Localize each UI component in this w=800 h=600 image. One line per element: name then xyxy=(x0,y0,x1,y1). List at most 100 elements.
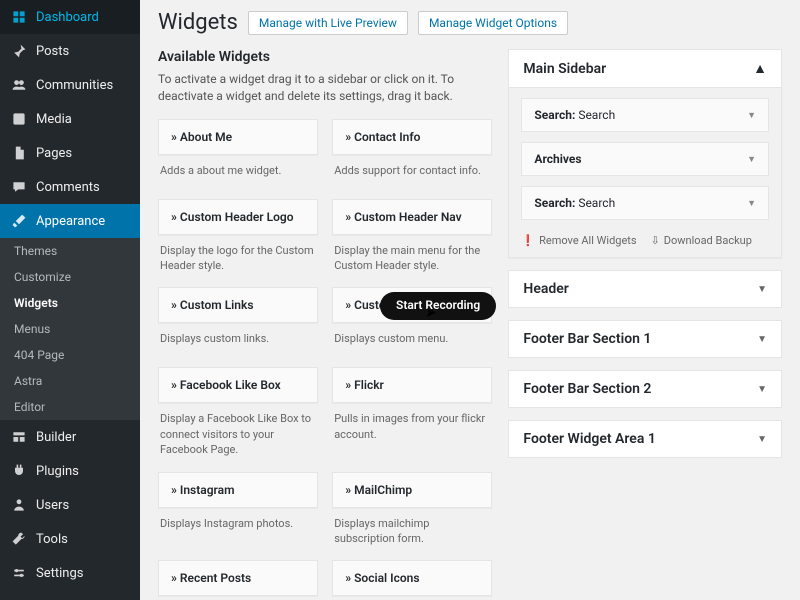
start-recording-button[interactable]: Start Recording xyxy=(380,292,496,320)
chevron-down-icon: ▼ xyxy=(757,434,767,445)
area-body-main-sidebar: Search: Search▼Archives▼Search: Search▼ … xyxy=(509,87,781,257)
chevron-down-icon: ▼ xyxy=(757,334,767,345)
sidebar-item-tools[interactable]: Tools xyxy=(0,522,140,556)
widget-card[interactable]: About Me xyxy=(158,119,318,155)
media-icon xyxy=(10,110,28,128)
sidebar-item-pages[interactable]: Pages xyxy=(0,136,140,170)
available-widgets-column: Available Widgets To activate a widget d… xyxy=(158,49,492,600)
appearance-submenu: Themes Customize Widgets Menus 404 Page … xyxy=(0,238,140,420)
download-backup-link[interactable]: ⇩ Download Backup xyxy=(651,234,752,247)
widget-card[interactable]: Contact Info xyxy=(332,119,492,155)
sidebar-item-settings[interactable]: Settings xyxy=(0,556,140,590)
sidebar-item-media[interactable]: Media xyxy=(0,102,140,136)
widget-cell: Social Icons xyxy=(332,560,492,600)
comments-icon xyxy=(10,178,28,196)
widget-cell: Custom LinksDisplays custom links. xyxy=(158,287,318,357)
sidebar-label: Communities xyxy=(36,78,113,93)
widget-cell: InstagramDisplays Instagram photos. xyxy=(158,472,318,551)
widget-desc: Displays custom menu. xyxy=(332,323,492,357)
sidebar-label: Tools xyxy=(36,532,68,547)
area-header-footer2[interactable]: Footer Bar Section 2 ▼ xyxy=(508,370,782,408)
widget-card[interactable]: Instagram xyxy=(158,472,318,508)
sub-404[interactable]: 404 Page xyxy=(0,342,140,368)
sidebar-item-posts[interactable]: Posts xyxy=(0,34,140,68)
chevron-down-icon: ▼ xyxy=(747,154,756,165)
widget-card[interactable]: Facebook Like Box xyxy=(158,367,318,403)
sidebar-label: Posts xyxy=(36,44,69,59)
sidebar-item-comments[interactable]: Comments xyxy=(0,170,140,204)
remove-all-widgets-link[interactable]: ❗ Remove All Widgets xyxy=(521,234,636,247)
available-desc: To activate a widget drag it to a sideba… xyxy=(158,71,492,105)
area-header-footer1[interactable]: Footer Bar Section 1 ▼ xyxy=(508,320,782,358)
area-title: Footer Bar Section 1 xyxy=(523,331,651,347)
sidebar-label: Settings xyxy=(36,566,83,581)
widget-options-button[interactable]: Manage Widget Options xyxy=(418,11,568,35)
widget-desc: Display the logo for the Custom Header s… xyxy=(158,235,318,278)
placed-widget[interactable]: Search: Search▼ xyxy=(521,98,769,132)
area-title: Footer Widget Area 1 xyxy=(523,431,655,447)
sidebar-label: Comments xyxy=(36,180,100,195)
chevron-down-icon: ▼ xyxy=(757,284,767,295)
widget-desc xyxy=(158,596,318,600)
widget-desc: Adds a about me widget. xyxy=(158,155,318,189)
widget-desc: Pulls in images from your flickr account… xyxy=(332,403,492,446)
sidebar-label: Users xyxy=(36,498,69,513)
widget-card[interactable]: Custom Header Logo xyxy=(158,199,318,235)
sidebar-label: Dashboard xyxy=(36,10,99,25)
area-header-footerwidget1[interactable]: Footer Widget Area 1 ▼ xyxy=(508,420,782,458)
available-title: Available Widgets xyxy=(158,49,492,65)
sub-menus[interactable]: Menus xyxy=(0,316,140,342)
dashboard-icon xyxy=(10,8,28,26)
widget-desc: Displays mailchimp subscription form. xyxy=(332,508,492,551)
widget-card[interactable]: Social Icons xyxy=(332,560,492,596)
widget-cell: Custom Header LogoDisplay the logo for t… xyxy=(158,199,318,278)
widget-cell: Contact InfoAdds support for contact inf… xyxy=(332,119,492,189)
placed-widget[interactable]: Archives▼ xyxy=(521,142,769,176)
sub-astra[interactable]: Astra xyxy=(0,368,140,394)
live-preview-button[interactable]: Manage with Live Preview xyxy=(248,11,408,35)
sidebar-label: Builder xyxy=(36,430,76,445)
area-title: Footer Bar Section 2 xyxy=(523,381,651,397)
area-title: Header xyxy=(523,281,568,297)
widget-cell: Facebook Like BoxDisplay a Facebook Like… xyxy=(158,367,318,461)
widget-card[interactable]: Custom Header Nav xyxy=(332,199,492,235)
widget-cell: Recent Posts xyxy=(158,560,318,600)
sidebar-item-builder[interactable]: Builder xyxy=(0,420,140,454)
tools-icon xyxy=(10,530,28,548)
sub-customize[interactable]: Customize xyxy=(0,264,140,290)
sidebar-item-plugins[interactable]: Plugins xyxy=(0,454,140,488)
area-header-header[interactable]: Header ▼ xyxy=(508,270,782,308)
sub-widgets[interactable]: Widgets xyxy=(0,290,140,316)
area-header-main-sidebar[interactable]: Main Sidebar ▲ xyxy=(509,50,781,87)
chevron-down-icon: ▼ xyxy=(747,110,756,121)
brush-icon xyxy=(10,212,28,230)
widget-card[interactable]: Custom Links xyxy=(158,287,318,323)
sidebar-item-communities[interactable]: Communities xyxy=(0,68,140,102)
users-icon xyxy=(10,496,28,514)
settings-icon xyxy=(10,564,28,582)
widgets-grid: About MeAdds a about me widget.Contact I… xyxy=(158,119,492,600)
sub-editor[interactable]: Editor xyxy=(0,394,140,420)
sidebar-label: Pages xyxy=(36,146,72,161)
pin-icon xyxy=(10,42,28,60)
area-actions: ❗ Remove All Widgets ⇩ Download Backup xyxy=(521,230,769,247)
builder-icon xyxy=(10,428,28,446)
widget-card[interactable]: Recent Posts xyxy=(158,560,318,596)
sidebar-label: Media xyxy=(36,112,72,127)
sidebar-item-appearance[interactable]: Appearance xyxy=(0,204,140,238)
page-title: Widgets xyxy=(158,10,238,35)
widget-cell: Custom Header NavDisplay the main menu f… xyxy=(332,199,492,278)
placed-widget[interactable]: Search: Search▼ xyxy=(521,186,769,220)
area-main-sidebar: Main Sidebar ▲ Search: Search▼ Archives▼ S… xyxy=(508,49,782,258)
widget-cell: About MeAdds a about me widget. xyxy=(158,119,318,189)
area-title: Main Sidebar xyxy=(523,61,606,77)
sidebar-item-users[interactable]: Users xyxy=(0,488,140,522)
widget-card[interactable]: Flickr xyxy=(332,367,492,403)
sidebar-item-dashboard[interactable]: Dashboard xyxy=(0,0,140,34)
widget-desc xyxy=(332,596,492,600)
widget-card[interactable]: MailChimp xyxy=(332,472,492,508)
widget-areas-column: Main Sidebar ▲ Search: Search▼ Archives▼ S… xyxy=(508,49,782,600)
cursor-icon: ➤ xyxy=(425,305,437,321)
chevron-down-icon: ▼ xyxy=(757,384,767,395)
sub-themes[interactable]: Themes xyxy=(0,238,140,264)
